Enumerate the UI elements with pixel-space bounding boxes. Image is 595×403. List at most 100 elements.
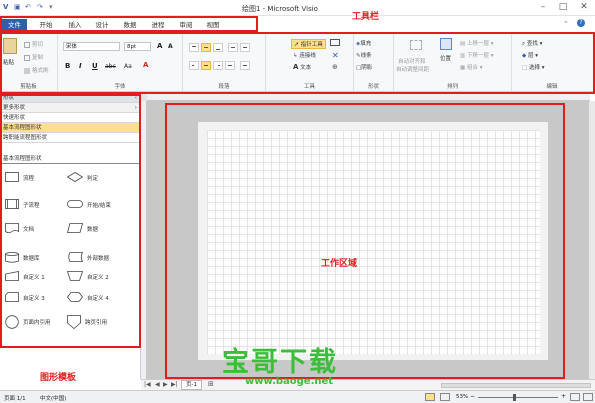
shape-database[interactable]: 数据库 [5, 252, 65, 266]
align-middle-button[interactable] [201, 43, 211, 52]
shrink-font-button[interactable]: A [168, 43, 173, 50]
auto-space-button[interactable]: 自动调整间距 [396, 65, 429, 73]
decrease-indent-button[interactable] [228, 43, 238, 52]
horizontal-scrollbar[interactable] [441, 383, 591, 388]
text-tool-button[interactable]: A 文本 [293, 63, 311, 71]
shape-data[interactable]: 数据 [67, 223, 137, 237]
shape-on-page-reference[interactable]: 页面内引用 [5, 315, 65, 331]
select-button[interactable]: ⬚ 选择 ▾ [522, 63, 544, 71]
tab-insert[interactable]: 插入 [66, 19, 84, 32]
italic-button[interactable]: I [79, 62, 82, 70]
group-button[interactable]: ▦ 组合 ▾ [460, 63, 482, 71]
close-icon[interactable]: ✕ [577, 2, 591, 14]
align-center-button[interactable] [201, 61, 211, 70]
copy-button[interactable]: 复制 [24, 53, 43, 61]
shape-document[interactable]: 文档 [5, 223, 65, 237]
section-cross-functional[interactable]: 跨职能流程图形状 [0, 133, 141, 143]
shape-subprocess[interactable]: 子流程 [5, 199, 65, 213]
tools-group: ➚ 指针工具 ↳ 连接线 A 文本 ✕ ⊕ 工具 [266, 34, 354, 91]
tab-data[interactable]: 数据 [121, 19, 139, 32]
connector-button[interactable]: ↳ 连接线 [293, 51, 316, 59]
font-name-select[interactable]: 宋体 [63, 42, 120, 51]
switch-windows-icon[interactable] [583, 393, 593, 401]
layers-button[interactable]: ◆ 层 ▾ [522, 51, 538, 59]
find-icon: ⌕ [522, 41, 526, 47]
zoom-in-icon[interactable]: + [561, 393, 566, 400]
shape-decision[interactable]: 判定 [67, 172, 137, 186]
last-page-icon[interactable]: ▶| [171, 381, 178, 388]
section-more-shapes[interactable]: 更多形状 › [0, 103, 141, 113]
pointer-tool-button[interactable]: ➚ 指针工具 [291, 39, 326, 49]
fill-button[interactable]: ◈填充 [356, 39, 371, 47]
align-bottom-button[interactable] [213, 43, 223, 52]
zoom-level[interactable]: 53% [456, 394, 468, 400]
collapse-pane-icon[interactable]: ‹ [135, 93, 137, 103]
cut-button[interactable]: 剪切 [24, 40, 43, 48]
zoom-slider[interactable] [478, 397, 558, 398]
x-icon[interactable]: ✕ [332, 51, 339, 60]
tab-process[interactable]: 进程 [149, 19, 167, 32]
shadow-button[interactable]: ▢阴影 [356, 63, 372, 71]
tab-view[interactable]: 视图 [204, 19, 222, 32]
grow-font-button[interactable]: A [157, 42, 162, 50]
format-painter-button[interactable]: 格式刷 [24, 66, 49, 74]
tab-review[interactable]: 审阅 [177, 19, 195, 32]
page-tab-1[interactable]: 页-1 [181, 380, 202, 390]
align-left-button[interactable] [189, 61, 199, 70]
shape-external-data[interactable]: 外部数据 [67, 252, 137, 266]
shape-custom-4[interactable]: 自定义 4 [67, 292, 137, 306]
save-icon[interactable]: ▣ [14, 3, 21, 11]
shape-custom-1[interactable]: 自定义 1 [5, 271, 65, 285]
undo-icon[interactable]: ↶ [25, 3, 31, 11]
justify-button[interactable] [225, 61, 235, 70]
tab-file[interactable]: 文件 [2, 19, 27, 32]
bring-forward-button[interactable]: ▤ 上移一层 ▾ [460, 39, 493, 47]
help-icon[interactable]: ? [577, 19, 585, 27]
page-indicator[interactable]: 页面 1/1 [4, 394, 26, 402]
insert-page-icon[interactable]: ⊞ [208, 380, 214, 388]
bullets-button[interactable] [240, 61, 250, 70]
vertical-scrollbar[interactable] [589, 101, 595, 379]
line-button[interactable]: ✎线条 [356, 51, 372, 59]
shape-custom-3[interactable]: 自定义 3 [5, 292, 65, 306]
increase-indent-button[interactable] [240, 43, 250, 52]
customize-qat-icon[interactable]: ▾ [49, 3, 53, 11]
zoom-out-icon[interactable]: − [470, 393, 475, 400]
full-screen-icon[interactable] [425, 393, 435, 401]
redo-icon[interactable]: ↷ [37, 3, 43, 11]
find-button[interactable]: ⌕ 查找 ▾ [522, 39, 542, 48]
minimize-icon[interactable]: – [536, 2, 550, 14]
paste-button[interactable]: 粘贴 [3, 58, 14, 66]
shape-off-page-reference[interactable]: 跨页引用 [67, 315, 137, 331]
section-basic-flowchart[interactable]: 基本流程图形状 [0, 123, 141, 133]
maximize-icon[interactable]: □ [556, 2, 570, 14]
position-button[interactable]: 位置 [440, 54, 451, 62]
align-right-button[interactable] [213, 61, 223, 70]
shape-start-end[interactable]: 开始/结束 [67, 199, 137, 213]
previous-page-icon[interactable]: ◀ [155, 381, 160, 388]
bold-button[interactable]: B [65, 62, 70, 70]
underline-button[interactable]: U [92, 62, 98, 70]
send-backward-button[interactable]: ▥ 下移一层 ▾ [460, 51, 493, 59]
fit-window-icon[interactable] [570, 393, 580, 401]
shape-process[interactable]: 流程 [5, 172, 65, 186]
fit-page-icon[interactable] [440, 393, 450, 401]
font-color-button[interactable]: A [143, 61, 148, 69]
crop-icon[interactable]: ⊕ [332, 63, 338, 71]
font-size-select[interactable]: 8pt [124, 42, 151, 51]
shape-custom-2[interactable]: 自定义 2 [67, 271, 137, 285]
tab-home[interactable]: 开始 [36, 19, 56, 32]
drawing-page[interactable] [207, 130, 540, 354]
ribbon-collapse-icon[interactable]: ⌃ [563, 20, 569, 28]
change-case-button[interactable]: Aa [124, 63, 132, 70]
section-quick-shapes[interactable]: 快速形状 [0, 113, 141, 123]
first-page-icon[interactable]: |◀ [144, 381, 151, 388]
zoom-slider-thumb[interactable] [513, 394, 516, 401]
next-page-icon[interactable]: ▶ [163, 381, 168, 388]
language-indicator[interactable]: 中文(中国) [40, 394, 66, 402]
auto-align-button[interactable]: 自动对齐和 [398, 57, 426, 65]
rectangle-icon[interactable] [330, 39, 340, 46]
tab-design[interactable]: 设计 [93, 19, 111, 32]
strikethrough-button[interactable]: abc [105, 63, 116, 70]
align-top-button[interactable] [189, 43, 199, 52]
